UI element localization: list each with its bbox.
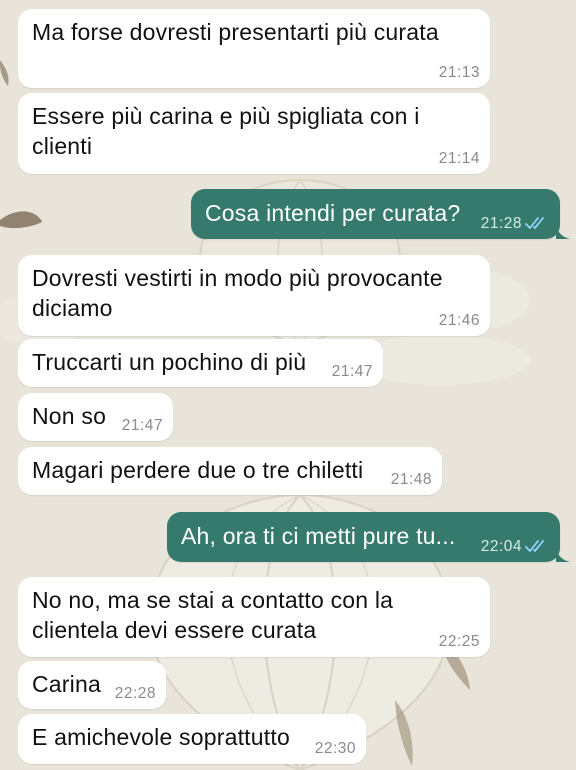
message-time: 21:14 <box>438 150 480 167</box>
message-text: Cosa intendi per curata? <box>205 200 461 226</box>
message-bubble-incoming[interactable]: Essere più carina e più spigliata con i … <box>18 93 490 174</box>
message-bubble-incoming[interactable]: Magari perdere due o tre chiletti 21:48 <box>18 447 442 495</box>
message-text: Non so <box>32 403 107 429</box>
double-check-read-icon <box>525 540 544 552</box>
message-time: 21:47 <box>331 363 373 380</box>
message-bubble-incoming[interactable]: Dovresti vestirti in modo più provocante… <box>18 255 490 336</box>
message-time: 21:47 <box>121 417 163 434</box>
bubble-tail-icon <box>556 225 570 239</box>
message-time: 21:28 <box>480 215 522 232</box>
message-time: 21:46 <box>438 312 480 329</box>
double-check-read-icon <box>525 217 544 229</box>
message-text: Truccarti un pochino di più <box>32 349 307 375</box>
message-text: Ma forse dovresti presentarti più curata <box>32 19 439 45</box>
message-time: 22:04 <box>480 538 522 555</box>
message-text: Essere più carina e più spigliata con i … <box>32 103 420 159</box>
message-bubble-incoming[interactable]: Carina 22:28 <box>18 661 166 709</box>
message-text: Carina <box>32 671 101 697</box>
message-bubble-incoming[interactable]: E amichevole soprattutto 22:30 <box>18 714 366 764</box>
message-text: Dovresti vestirti in modo più provocante… <box>32 265 443 321</box>
message-bubble-incoming[interactable]: Non so 21:47 <box>18 393 173 441</box>
message-time: 22:28 <box>114 685 156 702</box>
message-time: 22:25 <box>438 633 480 650</box>
message-time: 22:30 <box>314 740 356 757</box>
message-text: E amichevole soprattutto <box>32 724 290 750</box>
message-bubble-outgoing[interactable]: Ah, ora ti ci metti pure tu... 22:04 <box>167 512 560 562</box>
message-bubble-outgoing[interactable]: Cosa intendi per curata? 21:28 <box>191 189 560 239</box>
message-time: 21:48 <box>390 471 432 488</box>
message-text: Magari perdere due o tre chiletti <box>32 457 364 483</box>
chat-message-list[interactable]: Ma forse dovresti presentarti più curata… <box>0 0 576 770</box>
message-text: No no, ma se stai a contatto con la clie… <box>32 587 394 643</box>
message-bubble-incoming[interactable]: Truccarti un pochino di più 21:47 <box>18 339 383 387</box>
message-time: 21:13 <box>438 64 480 81</box>
message-bubble-incoming[interactable]: No no, ma se stai a contatto con la clie… <box>18 577 490 657</box>
bubble-tail-icon <box>556 548 570 562</box>
message-text: Ah, ora ti ci metti pure tu... <box>181 523 456 549</box>
message-bubble-incoming[interactable]: Ma forse dovresti presentarti più curata… <box>18 9 490 88</box>
